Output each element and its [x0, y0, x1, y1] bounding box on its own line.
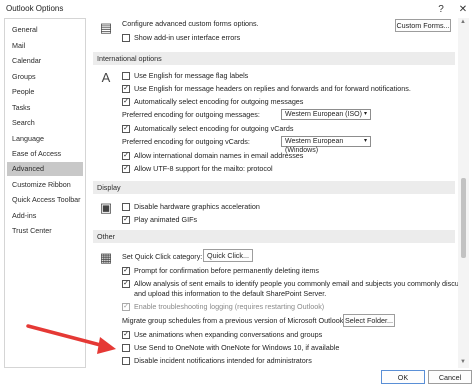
migrate-label: Migrate group schedules from a previous …	[122, 316, 346, 325]
sidebar-item-customize-ribbon[interactable]: Customize Ribbon	[7, 178, 83, 192]
auto-encoding-checkbox-row[interactable]: ✓ Automatically select encoding for outg…	[122, 96, 303, 107]
checkbox[interactable]: ✓	[122, 279, 130, 288]
window-title: Outlook Options	[6, 4, 64, 13]
sidebar-item-calendar[interactable]: Calendar	[7, 54, 83, 68]
sidebar-item-tasks[interactable]: Tasks	[7, 101, 83, 115]
scroll-down-icon[interactable]: ▼	[460, 359, 466, 365]
sidebar-item-advanced[interactable]: Advanced	[7, 162, 83, 176]
checkbox[interactable]: ✓	[122, 124, 130, 133]
quick-click-button[interactable]: Quick Click...	[203, 249, 253, 262]
checkbox[interactable]: ✓	[122, 302, 130, 311]
ok-button[interactable]: OK	[381, 370, 425, 384]
intl-domain-checkbox-row[interactable]: ✓ Allow international domain names in em…	[122, 150, 303, 161]
quick-click-label: Set Quick Click category:	[122, 252, 203, 261]
preferred-encoding-label: Preferred encoding for outgoing messages…	[122, 110, 260, 119]
utf8-checkbox-row[interactable]: ✓ Allow UTF-8 support for the mailto: pr…	[122, 163, 273, 174]
checkbox[interactable]: ✓	[122, 164, 130, 173]
options-panel: ▤ Configure advanced custom forms option…	[90, 18, 458, 368]
custom-forms-button[interactable]: Custom Forms...	[395, 19, 451, 32]
english-flag-checkbox-row[interactable]: Use English for message flag labels	[122, 70, 248, 81]
auto-vcards-checkbox-row[interactable]: ✓ Automatically select encoding for outg…	[122, 123, 293, 134]
sidebar-item-search[interactable]: Search	[7, 116, 83, 130]
sent-analysis-checkbox-row[interactable]: ✓ Allow analysis of sent emails to ident…	[122, 278, 458, 289]
chevron-down-icon: ▾	[363, 138, 367, 144]
custom-forms-icon: ▤	[99, 20, 113, 35]
help-button[interactable]: ?	[430, 0, 452, 18]
cancel-button[interactable]: Cancel	[428, 370, 472, 384]
incident-checkbox-row[interactable]: Disable incident notifications intended …	[122, 355, 312, 366]
chevron-down-icon: ▾	[363, 111, 367, 117]
sidebar-item-general[interactable]: General	[7, 23, 83, 37]
checkbox[interactable]: ✓	[122, 330, 130, 339]
sidebar-item-people[interactable]: People	[7, 85, 83, 99]
animated-gifs-checkbox-row[interactable]: ✓ Play animated GIFs	[122, 214, 197, 225]
addin-errors-checkbox-row[interactable]: Show add-in user interface errors	[122, 32, 240, 43]
sidebar-item-ease-of-access[interactable]: Ease of Access	[7, 147, 83, 161]
animations-checkbox-row[interactable]: ✓ Use animations when expanding conversa…	[122, 329, 322, 340]
sidebar-item-add-ins[interactable]: Add-ins	[7, 209, 83, 223]
checkbox[interactable]: ✓	[122, 97, 130, 106]
other-options-icon: ▦	[99, 250, 113, 265]
title-bar: Outlook Options ? ✕	[0, 0, 474, 18]
checkbox[interactable]: ✓	[122, 84, 130, 93]
english-headers-checkbox-row[interactable]: ✓ Use English for message headers on rep…	[122, 83, 411, 94]
checkbox[interactable]	[122, 356, 130, 365]
vertical-scrollbar[interactable]: ▲ ▼	[458, 18, 469, 368]
checkbox[interactable]	[122, 33, 130, 42]
sidebar-item-quick-access-toolbar[interactable]: Quick Access Toolbar	[7, 193, 83, 207]
language-icon: A	[101, 70, 111, 85]
preferred-encoding-select[interactable]: Western European (ISO) ▾	[281, 109, 371, 120]
custom-forms-description: Configure advanced custom forms options.	[122, 19, 259, 28]
checkbox[interactable]: ✓	[122, 215, 130, 224]
sidebar-item-mail[interactable]: Mail	[7, 39, 83, 53]
sent-analysis-line2: and upload this information to the defau…	[134, 289, 327, 298]
scroll-thumb[interactable]	[461, 178, 466, 258]
checkbox[interactable]	[122, 343, 130, 352]
section-other: Other	[93, 230, 455, 243]
sidebar-item-groups[interactable]: Groups	[7, 70, 83, 84]
troubleshoot-checkbox-row[interactable]: ✓ Enable troubleshooting logging (requir…	[122, 301, 324, 312]
close-button[interactable]: ✕	[452, 0, 474, 18]
scroll-up-icon[interactable]: ▲	[460, 19, 466, 25]
sidebar: General Mail Calendar Groups People Task…	[4, 18, 86, 368]
vcard-encoding-label: Preferred encoding for outgoing vCards:	[122, 137, 250, 146]
hw-accel-checkbox-row[interactable]: Disable hardware graphics acceleration	[122, 201, 260, 212]
section-international: International options	[93, 52, 455, 65]
checkbox[interactable]: ✓	[122, 266, 130, 275]
section-display: Display	[93, 181, 455, 194]
onenote-checkbox-row[interactable]: Use Send to OneNote with OneNote for Win…	[122, 342, 339, 353]
checkbox[interactable]	[122, 202, 130, 211]
checkbox[interactable]	[122, 71, 130, 80]
sidebar-item-language[interactable]: Language	[7, 132, 83, 146]
select-folder-button[interactable]: Select Folder...	[343, 314, 395, 327]
display-icon: ▣	[99, 200, 113, 215]
prompt-delete-checkbox-row[interactable]: ✓ Prompt for confirmation before permane…	[122, 265, 319, 276]
sidebar-item-trust-center[interactable]: Trust Center	[7, 224, 83, 238]
vcard-encoding-select[interactable]: Western European (Windows) ▾	[281, 136, 371, 154]
checkbox[interactable]: ✓	[122, 151, 130, 160]
dialog-footer: OK Cancel	[0, 368, 474, 386]
